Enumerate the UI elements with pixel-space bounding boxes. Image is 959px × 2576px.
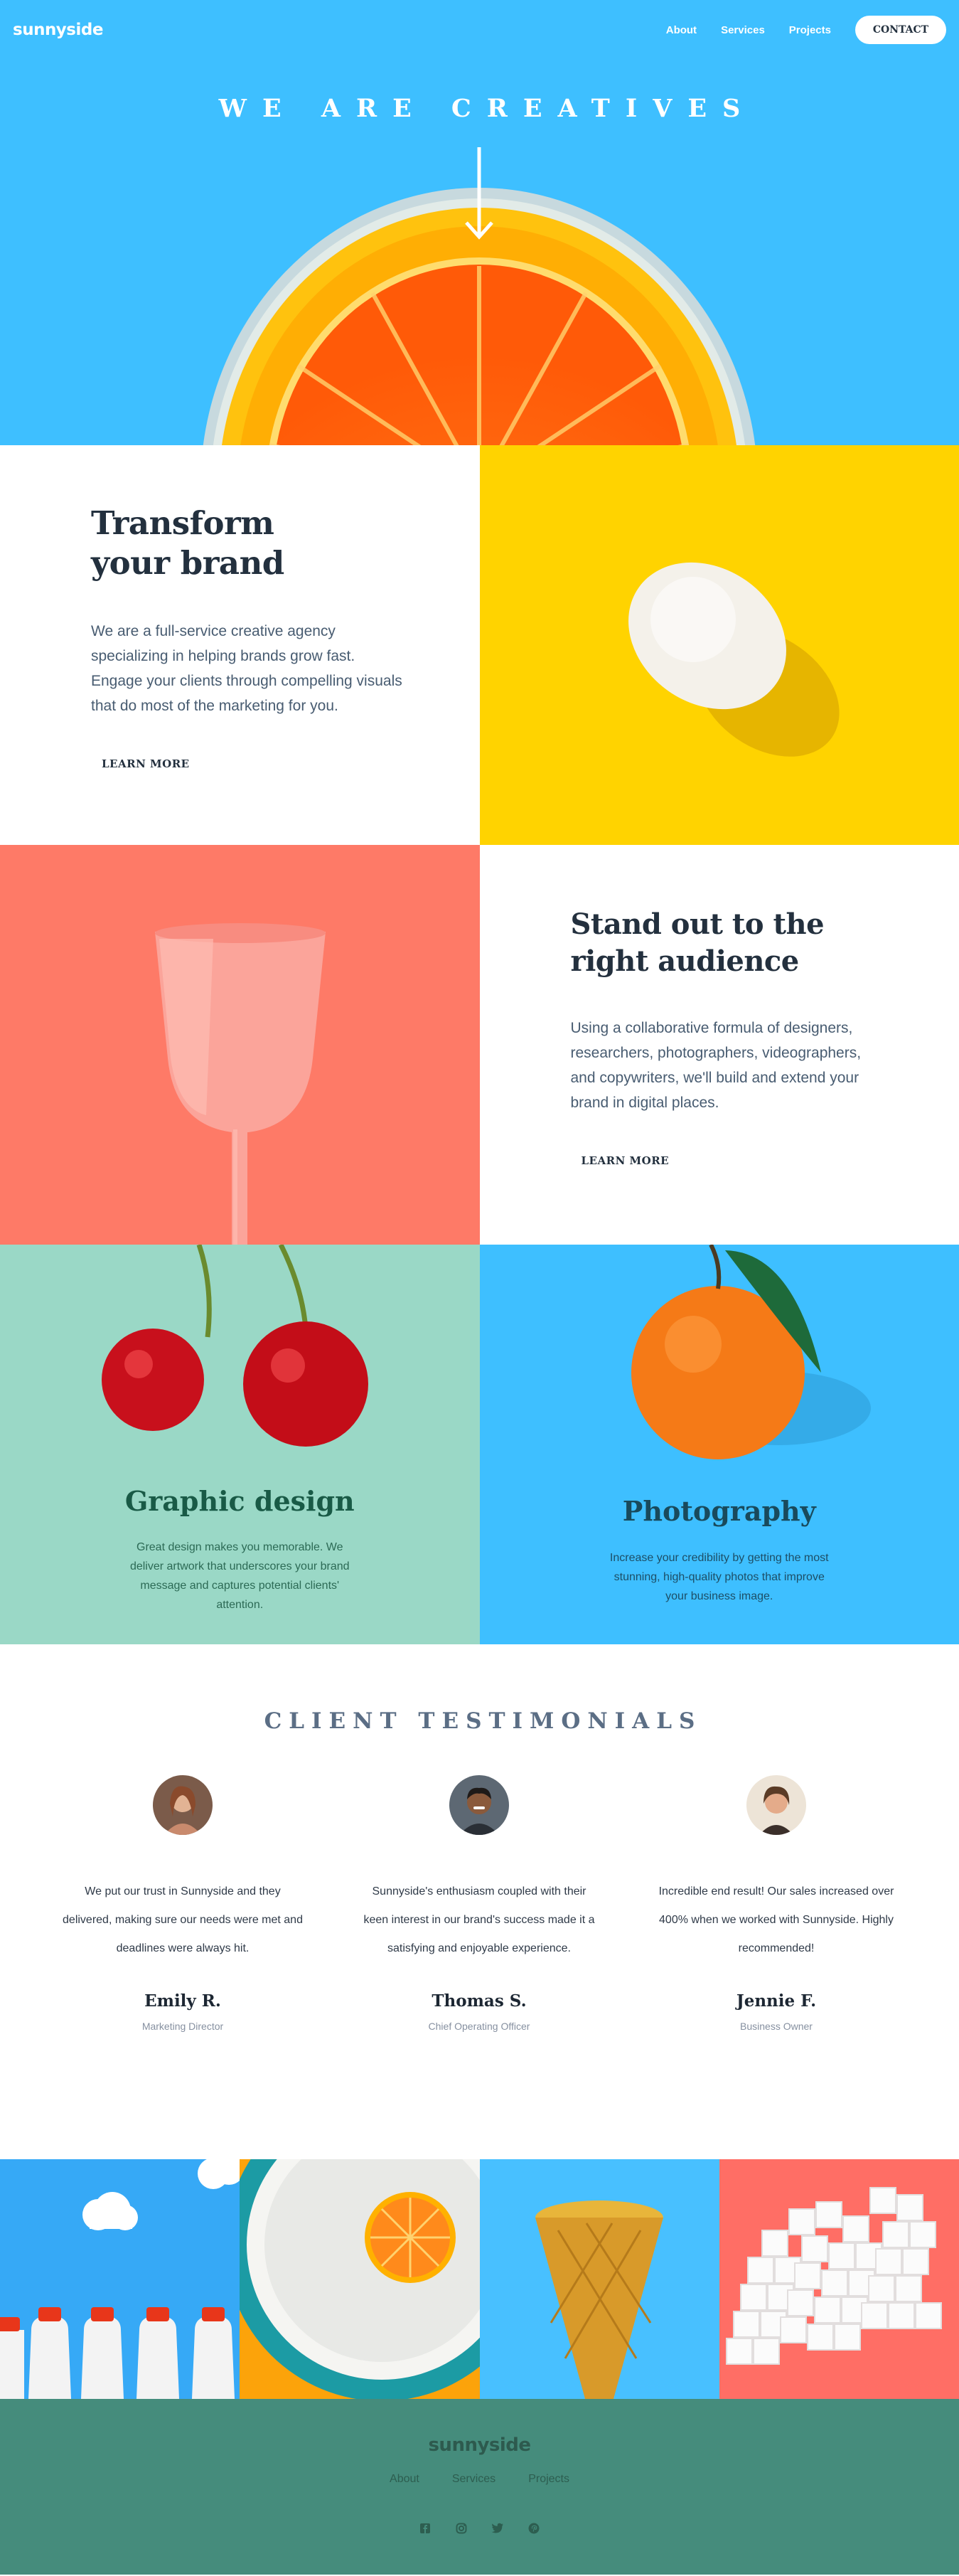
photography-card: Photography Increase your credibility by… (479, 1245, 959, 1644)
graphic-design-card: Graphic design Great design makes you me… (0, 1245, 480, 1644)
standout-text-block: Stand out to the right audience Using a … (479, 845, 959, 1245)
testimonial-card: Incredible end result! Our sales increas… (655, 1775, 897, 2032)
standout-title-line1: Stand out to the (570, 908, 825, 941)
transform-title-line2: your brand (91, 544, 284, 582)
hero-title: WE ARE CREATIVES (218, 94, 756, 123)
testimonial-card: We put our trust in Sunnyside and they d… (62, 1775, 304, 2032)
standout-row: Stand out to the right audience Using a … (0, 845, 959, 1245)
testimonial-name: Thomas S. (432, 1991, 527, 2011)
nav-link-about[interactable]: About (666, 24, 697, 36)
egg-image (479, 445, 959, 845)
nav-link-services[interactable]: Services (721, 24, 765, 36)
testimonial-text: Incredible end result! Our sales increas… (658, 1885, 894, 1954)
transform-title: Transform your brand (91, 504, 480, 583)
services-row: Graphic design Great design makes you me… (0, 1245, 959, 1644)
gallery-orange-plate-image (240, 2159, 480, 2399)
egg-illustration (628, 562, 840, 757)
learn-more-link-standout[interactable]: LEARN MORE (572, 1154, 678, 1171)
avatar (449, 1775, 509, 1835)
testimonial-role: Business Owner (740, 2021, 813, 2032)
top-nav: sunnyside About Services Projects CONTAC… (13, 16, 946, 44)
learn-more-link-transform[interactable]: LEARN MORE (93, 757, 198, 774)
pinterest-icon[interactable] (527, 2522, 540, 2535)
learn-more-label: LEARN MORE (102, 757, 190, 770)
testimonial-name: Jennie F. (736, 1991, 817, 2011)
footer-nav: About Services Projects (0, 2473, 959, 2486)
footer-link-services[interactable]: Services (452, 2473, 495, 2486)
transform-body: We are a full-service creative agency sp… (91, 623, 402, 714)
gallery-ice-cream-cone-image (479, 2159, 719, 2399)
graphic-design-title: Graphic design (124, 1485, 355, 1517)
testimonial-name: Emily R. (144, 1991, 221, 2011)
footer-link-projects[interactable]: Projects (528, 2473, 569, 2486)
transform-text-block: Transform your brand We are a full-servi… (0, 445, 480, 845)
testimonial-card: Sunnyside's enthusiasm coupled with thei… (358, 1775, 600, 2032)
testimonials-heading: CLIENT TESTIMONIALS (264, 1708, 702, 1734)
testimonial-role: Chief Operating Officer (428, 2021, 530, 2032)
nav-links: About Services Projects CONTACT (666, 16, 946, 44)
testimonial-role: Marketing Director (141, 2021, 224, 2032)
instagram-icon[interactable] (455, 2522, 468, 2535)
transform-row: Transform your brand We are a full-servi… (0, 445, 959, 845)
graphic-design-body: Great design makes you memorable. We del… (129, 1541, 350, 1611)
standout-body: Using a collaborative formula of designe… (570, 1020, 862, 1111)
photography-body: Increase your credibility by getting the… (609, 1552, 829, 1602)
glass-illustration (155, 923, 326, 1245)
learn-more-label: LEARN MORE (581, 1154, 670, 1167)
footer: sunnyside About Services Projects (0, 2399, 959, 2575)
avatar (153, 1775, 213, 1835)
transform-title-line1: Transform (91, 504, 274, 542)
standout-title: Stand out to the right audience (571, 906, 959, 980)
testimonial-text: We put our trust in Sunnyside and they d… (63, 1885, 303, 1954)
twitter-icon[interactable] (491, 2522, 504, 2535)
gallery-section (0, 2159, 959, 2399)
standout-title-line2: right audience (570, 944, 800, 978)
photography-title: Photography (622, 1495, 816, 1527)
contact-button[interactable]: CONTACT (855, 16, 946, 44)
facebook-icon[interactable] (419, 2522, 432, 2535)
footer-link-about[interactable]: About (390, 2473, 419, 2486)
logo[interactable]: sunnyside (13, 21, 103, 39)
avatar (746, 1775, 806, 1835)
hero-section: sunnyside About Services Projects CONTAC… (0, 0, 959, 445)
glass-image (0, 845, 480, 1245)
testimonials-section: CLIENT TESTIMONIALS We put our trust in … (0, 1644, 959, 2159)
testimonial-text: Sunnyside's enthusiasm coupled with thei… (363, 1885, 595, 1954)
social-links (0, 2522, 959, 2535)
gallery-sugar-cubes-image (719, 2159, 959, 2399)
arrow-down-icon[interactable] (464, 147, 494, 240)
nav-link-projects[interactable]: Projects (789, 24, 831, 36)
gallery-milk-bottles-image (0, 2159, 240, 2399)
footer-logo[interactable]: sunnyside (0, 2434, 959, 2456)
